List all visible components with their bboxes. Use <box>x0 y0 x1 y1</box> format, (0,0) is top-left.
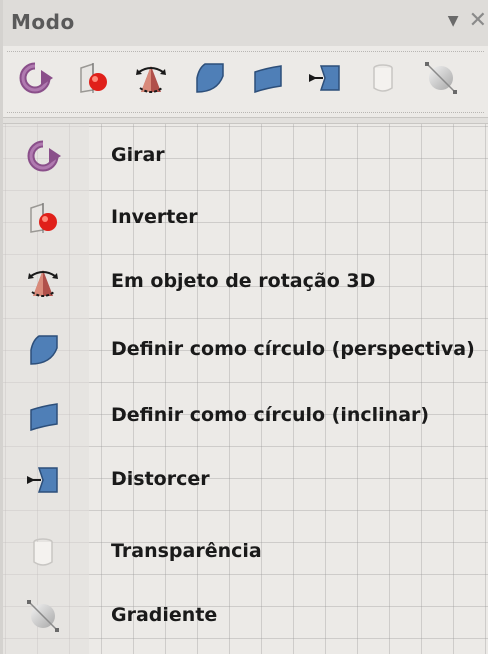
distort-icon <box>27 467 58 493</box>
list-item-label: Em objeto de rotação 3D <box>111 270 376 292</box>
3d-rotation-icon <box>136 66 166 93</box>
3d-rotation-icon <box>28 270 58 297</box>
list-item-rotate[interactable]: Girar <box>3 126 488 186</box>
toolbar-distort-button[interactable] <box>303 56 347 100</box>
gradient-icon <box>425 62 457 94</box>
item-icon-container <box>21 594 65 638</box>
circle-slant-icon <box>254 65 282 94</box>
flip-icon <box>30 202 57 233</box>
list-item-circle-slant[interactable]: Definir como círculo (inclinar) <box>3 386 488 446</box>
list-item-circle-perspective[interactable]: Definir como círculo (perspectiva) <box>3 320 488 380</box>
distort-icon <box>309 65 340 91</box>
rotate-icon <box>27 140 61 172</box>
list-item-label: Definir como círculo (inclinar) <box>111 404 430 426</box>
mode-toolbar <box>3 46 488 118</box>
toolbar-circle-perspective-button[interactable] <box>187 56 231 100</box>
list-item-label: Transparência <box>111 540 262 562</box>
toolbar-rotate-button[interactable] <box>13 56 57 100</box>
rotate-icon <box>19 62 53 94</box>
toolbar-flip-button[interactable] <box>71 56 115 100</box>
item-icon-container <box>21 196 65 240</box>
list-item-label: Distorcer <box>111 468 210 490</box>
list-item-distort[interactable]: Distorcer <box>3 450 488 510</box>
list-item-label: Girar <box>111 144 165 166</box>
transparency-icon <box>33 538 53 566</box>
close-icon[interactable]: ✕ <box>469 10 487 32</box>
toolbar-circle-slant-button[interactable] <box>245 56 289 100</box>
list-item-label: Gradiente <box>111 604 218 626</box>
list-item-3d-rotation[interactable]: Em objeto de rotação 3D <box>3 252 488 312</box>
list-item-label: Definir como círculo (perspectiva) <box>111 338 475 360</box>
mode-panel: Modo ▼ ✕ Girar Inverter Em objeto de rot… <box>0 0 488 654</box>
item-icon-container <box>21 458 65 502</box>
toolbar-grip-bottom <box>7 112 484 113</box>
item-icon-container <box>21 394 65 438</box>
item-icon-container <box>21 530 65 574</box>
toolbar-transparency-button[interactable] <box>361 56 405 100</box>
circle-perspective-icon <box>196 63 224 93</box>
gradient-icon <box>27 600 59 632</box>
panel-title: Modo <box>11 10 75 34</box>
list-item-label: Inverter <box>111 206 198 228</box>
toolbar-grip <box>7 51 484 52</box>
item-icon-container <box>21 134 65 178</box>
title-controls: ▼ ✕ <box>448 10 487 32</box>
toolbar-gradient-button[interactable] <box>419 56 463 100</box>
flip-icon <box>80 62 107 93</box>
item-icon-container <box>21 328 65 372</box>
list-item-gradient[interactable]: Gradiente <box>3 586 488 646</box>
panel-titlebar: Modo ▼ ✕ <box>3 0 488 46</box>
circle-slant-icon <box>30 403 58 432</box>
item-icon-container <box>21 260 65 304</box>
mode-list: Girar Inverter Em objeto de rotação 3D D… <box>3 124 488 654</box>
circle-perspective-icon <box>30 335 58 365</box>
list-item-flip[interactable]: Inverter <box>3 188 488 248</box>
list-item-transparency[interactable]: Transparência <box>3 522 488 582</box>
transparency-icon <box>373 64 393 92</box>
dropdown-icon[interactable]: ▼ <box>448 14 459 28</box>
toolbar-3d-rotation-button[interactable] <box>129 56 173 100</box>
